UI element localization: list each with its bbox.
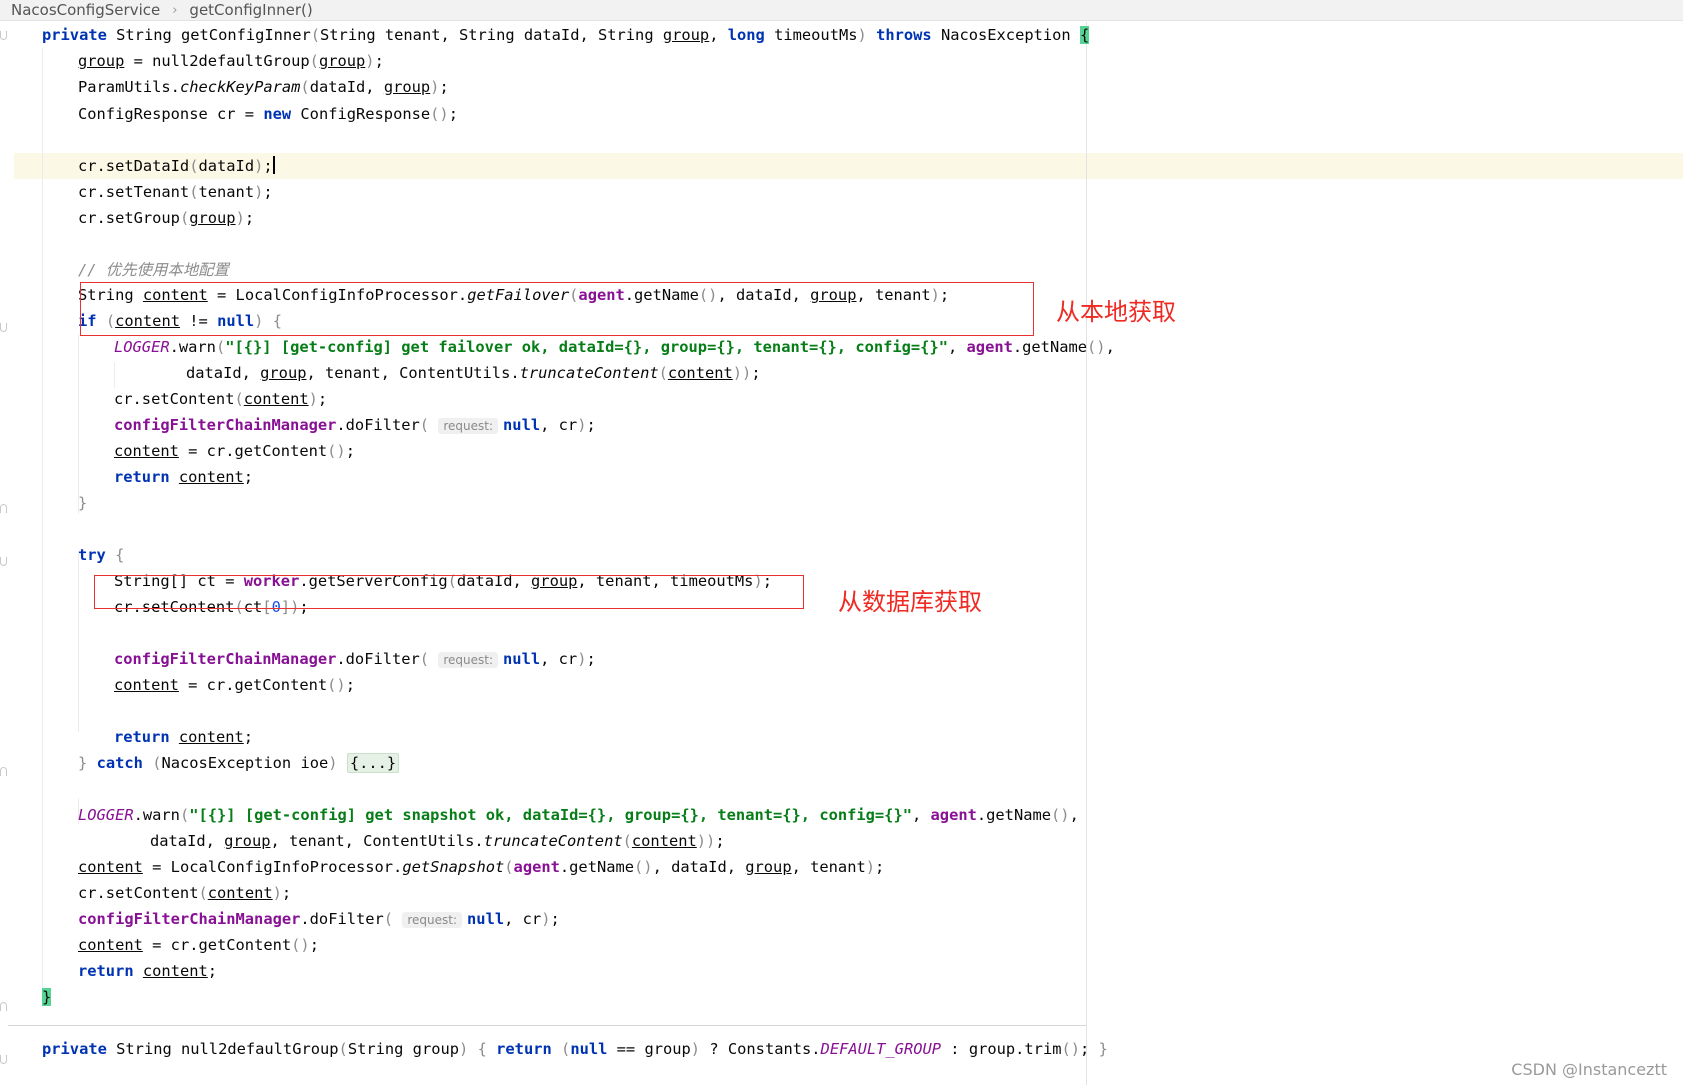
parameter-hint: request: (438, 652, 499, 668)
code-line: private String null2defaultGroup(String … (42, 1040, 1108, 1058)
highlight-box-local (80, 282, 1034, 336)
breadcrumb-item-class[interactable]: NacosConfigService (11, 1, 160, 19)
code-line-current: cr.setDataId(dataId); (78, 156, 275, 175)
code-line: } catch (NacosException ioe) {...} (78, 750, 400, 776)
code-line: configFilterChainManager.doFilter( reque… (114, 650, 596, 668)
code-line: ParamUtils.checkKeyParam(dataId, group); (78, 78, 449, 96)
code-line: configFilterChainManager.doFilter( reque… (78, 910, 560, 928)
fold-marker-icon[interactable] (0, 1055, 7, 1064)
indent-guide (78, 554, 79, 732)
method-separator (8, 1025, 1086, 1026)
code-line: dataId, group, tenant, ContentUtils.trun… (150, 832, 725, 850)
code-line: dataId, group, tenant, ContentUtils.trun… (186, 364, 761, 382)
code-line: return content; (114, 728, 254, 746)
code-line: } (42, 988, 52, 1006)
highlight-box-database (94, 575, 804, 609)
code-line: cr.setTenant(tenant); (78, 183, 273, 201)
parameter-hint: request: (402, 912, 463, 928)
code-line: LOGGER.warn("[{}] [get-config] get failo… (114, 338, 1115, 356)
indent-guide (114, 362, 115, 388)
right-margin-guide (1086, 22, 1087, 1085)
code-line: return content; (78, 962, 218, 980)
code-line: group = null2defaultGroup(group); (78, 52, 384, 70)
code-line: content = cr.getContent(); (78, 936, 319, 954)
text-caret (272, 156, 275, 174)
code-line: cr.setContent(content); (114, 390, 328, 408)
chevron-right-icon: › (172, 2, 178, 18)
code-comment: // 优先使用本地配置 (78, 261, 229, 279)
code-line: return content; (114, 468, 254, 486)
code-line: configFilterChainManager.doFilter( reque… (114, 416, 596, 434)
code-line: private String getConfigInner(String ten… (42, 26, 1090, 44)
fold-marker-icon[interactable] (0, 31, 7, 40)
annotation-local: 从本地获取 (1056, 298, 1176, 326)
code-editor[interactable]: private String getConfigInner(String ten… (0, 22, 1683, 1085)
code-line: } (78, 494, 88, 512)
fold-marker-icon[interactable] (0, 767, 7, 776)
code-line: content = cr.getContent(); (114, 442, 355, 460)
indent-guide (78, 334, 79, 514)
parameter-hint: request: (438, 418, 499, 434)
code-line: ConfigResponse cr = new ConfigResponse()… (78, 105, 458, 123)
breadcrumb-item-method[interactable]: getConfigInner() (189, 1, 312, 19)
fold-marker-icon[interactable] (0, 1002, 7, 1011)
code-line: content = cr.getContent(); (114, 676, 355, 694)
code-line: try { (78, 546, 125, 564)
folded-code-block[interactable]: {...} (346, 753, 400, 773)
fold-marker-icon[interactable] (0, 504, 7, 513)
annotation-database: 从数据库获取 (838, 588, 982, 616)
indent-guide (42, 48, 43, 998)
breadcrumb: NacosConfigService › getConfigInner() (0, 0, 1683, 21)
editor-gutter[interactable] (0, 22, 14, 1085)
code-line: content = LocalConfigInfoProcessor.getSn… (78, 858, 885, 876)
code-line: LOGGER.warn("[{}] [get-config] get snaps… (78, 806, 1079, 824)
code-line: cr.setContent(content); (78, 884, 292, 902)
watermark: CSDN @Instanceztt (1511, 1060, 1667, 1079)
fold-marker-icon[interactable] (0, 557, 7, 566)
fold-marker-icon[interactable] (0, 323, 7, 332)
code-line: cr.setGroup(group); (78, 209, 255, 227)
